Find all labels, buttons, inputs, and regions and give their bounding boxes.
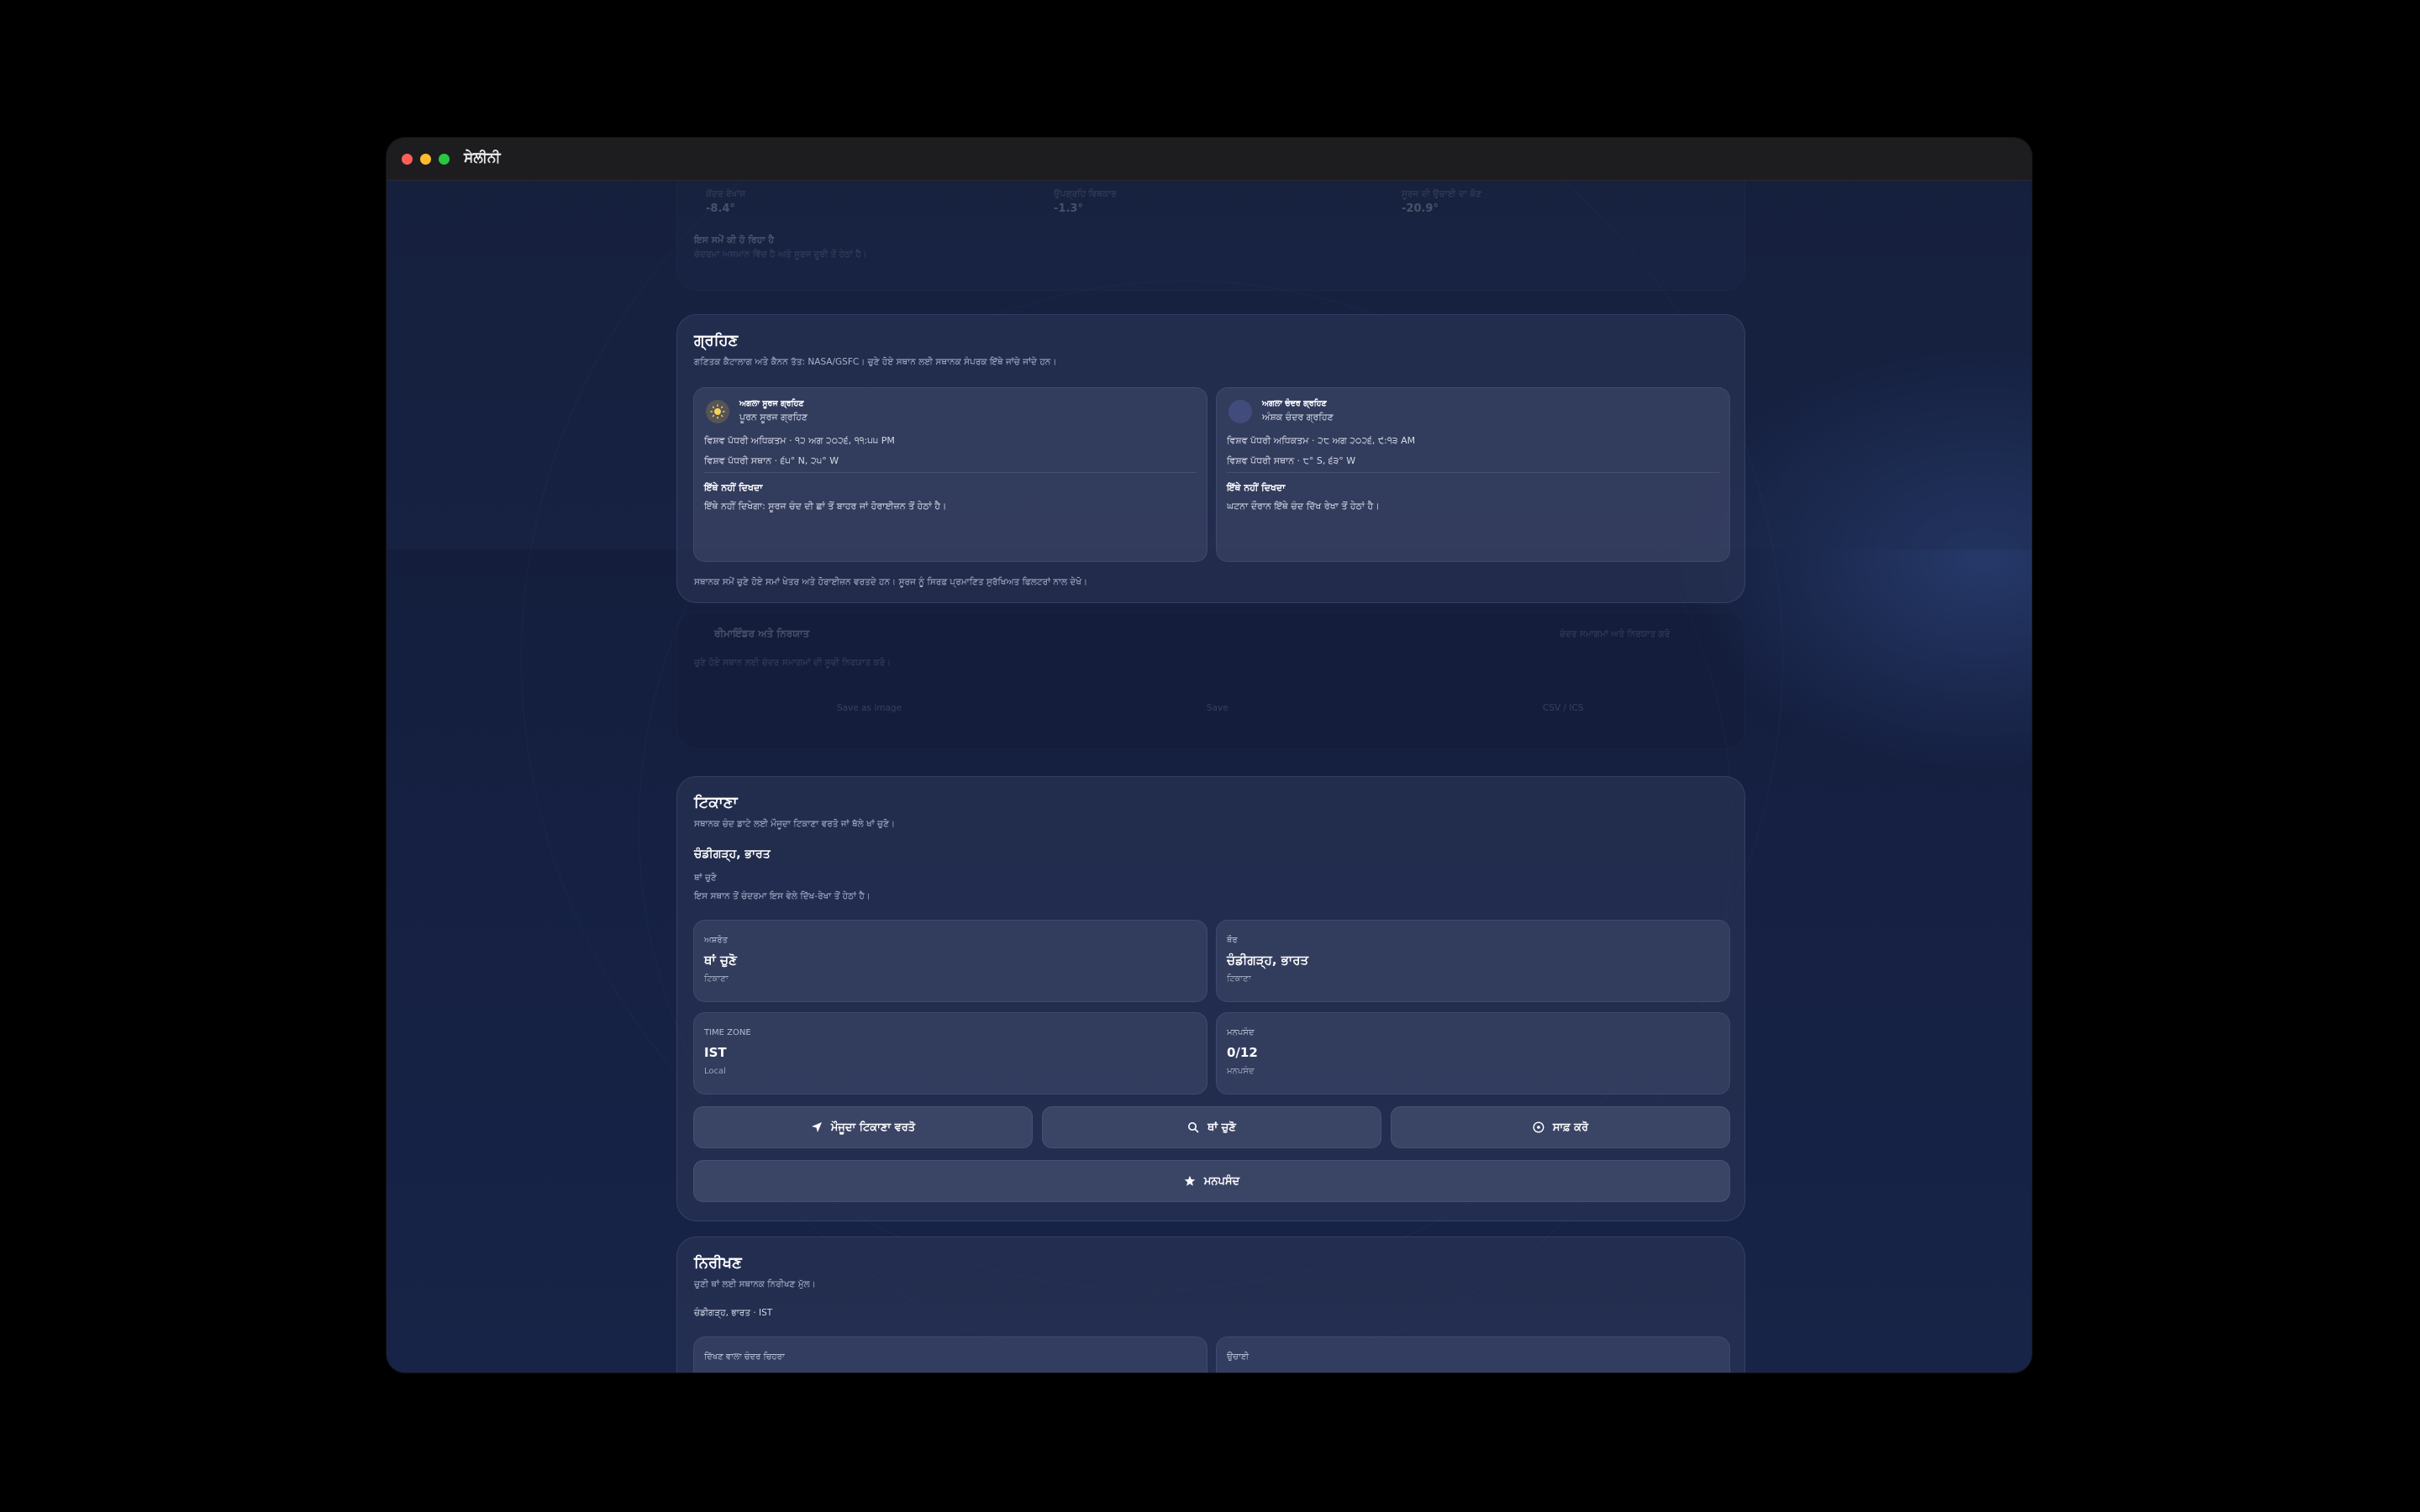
reminders-title: ਰੀਮਾਇੰਡਰ ਅਤੇ ਨਿਰਯਾਤ xyxy=(714,627,810,639)
observation-subtitle: ਚੁਣੀ ਥਾਂ ਲਈ ਸਥਾਨਕ ਨਿਰੀਖਣ ਮੁੱਲ। xyxy=(694,1279,816,1289)
tile-label: TIME ZONE xyxy=(704,1028,751,1037)
search-icon xyxy=(1187,1121,1199,1133)
use-current-location-button[interactable]: ਮੌਜੂਦਾ ਟਿਕਾਣਾ ਵਰਤੋ xyxy=(693,1106,1033,1148)
tile-value: ਥਾਂ ਚੁਣੋ xyxy=(704,953,737,968)
time-zone-tile: TIME ZONE IST Local xyxy=(693,1012,1207,1095)
tile-sub: ਮਨਪਸੰਦ xyxy=(1227,1067,1255,1076)
save-image-button[interactable]: Save as image xyxy=(837,703,902,713)
choose-place-button[interactable]: ਥਾਂ ਚੁਣੋ xyxy=(1042,1106,1381,1148)
visibility-title: ਇੱਥੇ ਨਹੀਂ ਦਿਖਦਾ xyxy=(704,482,763,493)
location-mode-note: ਇਸ ਸਥਾਨ ਤੋਂ ਚੰਦਰਮਾ ਇਸ ਵੇਲੇ ਦਿੱਖ-ਰੇਖਾ ਤੋਂ… xyxy=(694,891,871,901)
title-bar: ਸੇਲੀਨੀ xyxy=(387,138,2032,181)
app-window: ਸੇਲੀਨੀ ਕੇਂਦਰ ਰੇਖਾਂਸ਼ -8.4° ਉਪਗ੍ਰਹਿ ਵਿਥਕਾ… xyxy=(387,138,2032,1373)
eclipse-location: ਵਿਸ਼ਵ ਪੱਧਰੀ ਸਥਾਨ · ੮° S, ੬੩° W xyxy=(1227,455,1356,466)
star-icon xyxy=(1184,1175,1196,1187)
moon-icon xyxy=(1228,400,1252,423)
eclipse-max-time: ਵਿਸ਼ਵ ਪੱਧਰੀ ਅਧਿਕਤਮ · ੧੨ ਅਗ ੨੦੨੬, ੧੧:੫੫ P… xyxy=(704,435,895,446)
note-text: ਚੰਦਰਮਾ ਅਸਮਾਨ ਵਿੱਚ ਹੈ ਅਤੇ ਸੂਰਜ ਦੂਰੀ ਤੋਂ ਹ… xyxy=(694,249,867,260)
source-tile: ਅਸ਼ਰੋਤ ਥਾਂ ਚੁਣੋ ਟਿਕਾਣਾ xyxy=(693,920,1207,1002)
stat-label: ਉਪਗ੍ਰਹਿ ਵਿਥਕਾਰ xyxy=(1054,189,1117,199)
divider xyxy=(704,472,1197,473)
tile-sub: ਟਿਕਾਣਾ xyxy=(704,974,729,984)
observation-title: ਨਿਰੀਖਣ xyxy=(694,1254,742,1272)
note-title: ਇਸ ਸਮੇਂ ਕੀ ਹੋ ਰਿਹਾ ਹੈ xyxy=(694,234,775,245)
stat-value: -20.9° xyxy=(1402,202,1439,215)
eclipses-card: ਗ੍ਰਹਿਣ ਗਣਿਤਕ ਕੈਟਾਲਾਗ ਅਤੇ ਕੈਨਨ ਤੱਤ: NASA/… xyxy=(676,314,1745,603)
tile-label: ਉਚਾਈ xyxy=(1227,1352,1249,1362)
eclipse-kind-label: ਅਗਲਾ ਚੰਦਰ ਗ੍ਰਹਿਣ xyxy=(1262,399,1327,408)
stat-value: -8.4° xyxy=(706,202,735,215)
button-label: ਮੌਜੂਦਾ ਟਿਕਾਣਾ ਵਰਤੋ xyxy=(830,1121,916,1134)
minimize-window-button[interactable] xyxy=(420,154,431,165)
favorites-button[interactable]: ਮਨਪਸੰਦ xyxy=(693,1160,1730,1202)
visibility-text: ਘਟਨਾ ਦੌਰਾਨ ਇੱਥੇ ਚੰਦ ਦਿੱਖ ਰੇਖਾ ਤੋਂ ਹੇਠਾਂ … xyxy=(1227,501,1380,512)
eclipse-max-time: ਵਿਸ਼ਵ ਪੱਧਰੀ ਅਧਿਕਤਮ · ੨੮ ਅਗ ੨੦੨੬, ੯:੧੩ AM xyxy=(1227,435,1416,446)
tile-label: ਥੌਰ xyxy=(1227,936,1238,945)
location-title: ਟਿਕਾਣਾ xyxy=(694,794,738,811)
button-label: ਮਨਪਸੰਦ xyxy=(1203,1174,1240,1188)
close-window-button[interactable] xyxy=(402,154,413,165)
eclipses-subtitle: ਗਣਿਤਕ ਕੈਟਾਲਾਗ ਅਤੇ ਕੈਨਨ ਤੱਤ: NASA/GSFC। ਚ… xyxy=(694,357,1057,367)
clear-location-button[interactable]: ਸਾਫ਼ ਕਰੋ xyxy=(1391,1106,1730,1148)
eclipse-type: ਪੂਰਨ ਸੂਰਜ ਗ੍ਰਹਿਣ xyxy=(739,412,808,423)
location-arrow-icon xyxy=(811,1121,823,1133)
eclipses-footer-note: ਸਥਾਨਕ ਸਮੇਂ ਚੁਣੇ ਹੋਏ ਸਮਾਂ ਖੇਤਰ ਅਤੇ ਹੋਰਾਈਜ… xyxy=(694,577,1088,587)
export-csv-ics-button[interactable]: CSV / ICS xyxy=(1543,703,1584,713)
eclipse-kind-label: ਅਗਲਾ ਸੂਰਜ ਗ੍ਰਹਿਣ xyxy=(739,399,804,408)
observation-place: ਚੰਡੀਗੜ੍ਹ, ਭਾਰਤ · IST xyxy=(694,1308,773,1318)
sun-icon xyxy=(706,400,729,423)
location-card: ਟਿਕਾਣਾ ਸਥਾਨਕ ਚੰਦ ਡਾਟੇ ਲਈ ਮੌਜੂਦਾ ਟਿਕਾਣਾ ਵ… xyxy=(676,776,1745,1221)
observation-card: ਨਿਰੀਖਣ ਚੁਣੀ ਥਾਂ ਲਈ ਸਥਾਨਕ ਨਿਰੀਖਣ ਮੁੱਲ। ਚੰ… xyxy=(676,1236,1745,1373)
eclipse-type: ਅੰਸ਼ਕ ਚੰਦਰ ਗ੍ਰਹਿਣ xyxy=(1262,412,1334,423)
eclipse-location: ਵਿਸ਼ਵ ਪੱਧਰੀ ਸਥਾਨ · ੬੫° N, ੨੫° W xyxy=(704,455,839,466)
tile-label: ਅਸ਼ਰੋਤ xyxy=(704,936,728,945)
button-label: ਥਾਂ ਚੁਣੋ xyxy=(1207,1121,1236,1134)
visibility-title: ਇੱਥੇ ਨਹੀਂ ਦਿਖਦਾ xyxy=(1227,482,1286,493)
tile-label: ਮਨਪਸੰਦ xyxy=(1227,1028,1255,1037)
favorites-tile: ਮਨਪਸੰਦ 0/12 ਮਨਪਸੰਦ xyxy=(1216,1012,1730,1095)
scroll-content[interactable]: ਕੇਂਦਰ ਰੇਖਾਂਸ਼ -8.4° ਉਪਗ੍ਰਹਿ ਵਿਥਕਾਰ -1.3°… xyxy=(387,180,2032,1373)
location-subtitle: ਸਥਾਨਕ ਚੰਦ ਡਾਟੇ ਲਈ ਮੌਜੂਦਾ ਟਿਕਾਣਾ ਵਰਤੋ ਜਾਂ… xyxy=(694,819,896,829)
current-place: ਚੰਡੀਗੜ੍ਹ, ਭਾਰਤ xyxy=(694,848,771,861)
sky-summary-card: ਕੇਂਦਰ ਰੇਖਾਂਸ਼ -8.4° ਉਪਗ੍ਰਹਿ ਵਿਥਕਾਰ -1.3°… xyxy=(676,180,1745,291)
zoom-window-button[interactable] xyxy=(439,154,450,165)
tile-label: ਦਿੱਖਣ ਵਾਲਾ ਚੰਦਰ ਚਿਹਰਾ xyxy=(704,1352,785,1362)
solar-eclipse-tile: ਅਗਲਾ ਸੂਰਜ ਗ੍ਰਹਿਣ ਪੂਰਨ ਸੂਰਜ ਗ੍ਰਹਿਣ ਵਿਸ਼ਵ … xyxy=(693,387,1207,562)
clear-circle-icon xyxy=(1533,1121,1544,1133)
place-tile: ਥੌਰ ਚੰਡੀਗੜ੍ਹ, ਭਾਰਤ ਟਿਕਾਣਾ xyxy=(1216,920,1730,1002)
stat-label: ਸੂਰਜ ਦੀ ਉਚਾਈ ਦਾ ਕੋਣ xyxy=(1402,189,1482,199)
visibility-text: ਇੱਥੇ ਨਹੀਂ ਦਿਖੇਗਾ: ਸੂਰਜ ਚੰਦ ਦੀ ਛਾਂ ਤੋਂ ਬਾ… xyxy=(704,501,947,512)
button-label: ਸਾਫ਼ ਕਰੋ xyxy=(1552,1121,1589,1134)
lunar-eclipse-tile: ਅਗਲਾ ਚੰਦਰ ਗ੍ਰਹਿਣ ਅੰਸ਼ਕ ਚੰਦਰ ਗ੍ਰਹਿਣ ਵਿਸ਼ਵ… xyxy=(1216,387,1730,562)
tile-sub: ਟਿਕਾਣਾ xyxy=(1227,974,1251,984)
reminders-subtitle: ਚੁਣੇ ਹੋਏ ਸਥਾਨ ਲਈ ਚੰਦਰ ਸਮਾਗਮਾਂ ਦੀ ਸੂਚੀ ਨਿ… xyxy=(694,658,892,668)
eclipses-title: ਗ੍ਰਹਿਣ xyxy=(694,332,739,349)
tile-value: IST xyxy=(704,1045,727,1060)
stat-label: ਕੇਂਦਰ ਰੇਖਾਂਸ਼ xyxy=(706,189,746,199)
tile-value: ਚੰਡੀਗੜ੍ਹ, ਭਾਰਤ xyxy=(1227,953,1309,968)
tile-sub: Local xyxy=(704,1067,726,1076)
window-title: ਸੇਲੀਨੀ xyxy=(464,150,501,166)
altitude-tile: ਉਚਾਈ xyxy=(1216,1336,1730,1373)
export-events-button[interactable]: ਚੰਦਰ ਸਮਾਗਮਾਂ ਅਤੇ ਨਿਰਯਾਤ ਕਰੋ xyxy=(1560,629,1670,640)
stat-value: -1.3° xyxy=(1054,202,1083,215)
visible-face-tile: ਦਿੱਖਣ ਵਾਲਾ ਚੰਦਰ ਚਿਹਰਾ xyxy=(693,1336,1207,1373)
divider xyxy=(1227,472,1719,473)
save-button[interactable]: Save xyxy=(1207,703,1228,713)
reminders-export-card: ਰੀਮਾਇੰਡਰ ਅਤੇ ਨਿਰਯਾਤ ਚੰਦਰ ਸਮਾਗਮਾਂ ਅਤੇ ਨਿਰ… xyxy=(676,612,1745,749)
tile-value: 0/12 xyxy=(1227,1045,1258,1060)
location-mode: ਥਾਂ ਚੁਣੋ xyxy=(694,873,717,883)
